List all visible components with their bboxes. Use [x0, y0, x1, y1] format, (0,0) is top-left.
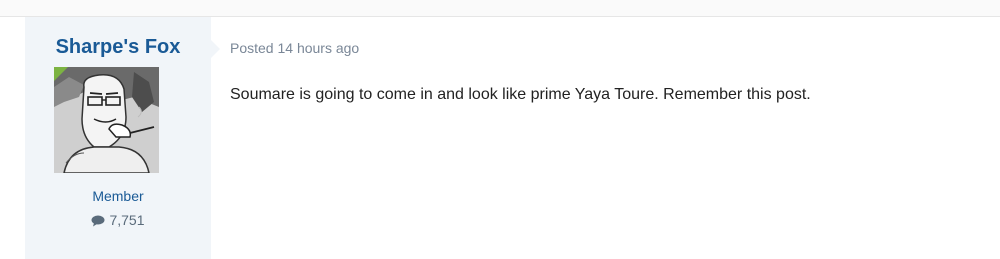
post-timestamp[interactable]: Posted 14 hours ago: [230, 40, 359, 56]
post-count: 7,751: [25, 212, 211, 230]
forum-post: Sharpe's Fox Member 7,751 Posted 14 hour…: [0, 17, 1000, 259]
online-indicator-icon: [54, 67, 68, 81]
author-panel: Sharpe's Fox Member 7,751: [25, 17, 220, 259]
comment-icon: [91, 214, 105, 230]
post-count-value: 7,751: [109, 212, 145, 228]
post-body: Soumare is going to come in and look lik…: [230, 86, 811, 103]
top-divider-strip: [0, 0, 1000, 17]
avatar-image: [54, 67, 159, 173]
member-title: Member: [92, 188, 144, 204]
avatar[interactable]: [54, 67, 159, 173]
author-name-link[interactable]: Sharpe's Fox: [25, 36, 211, 59]
